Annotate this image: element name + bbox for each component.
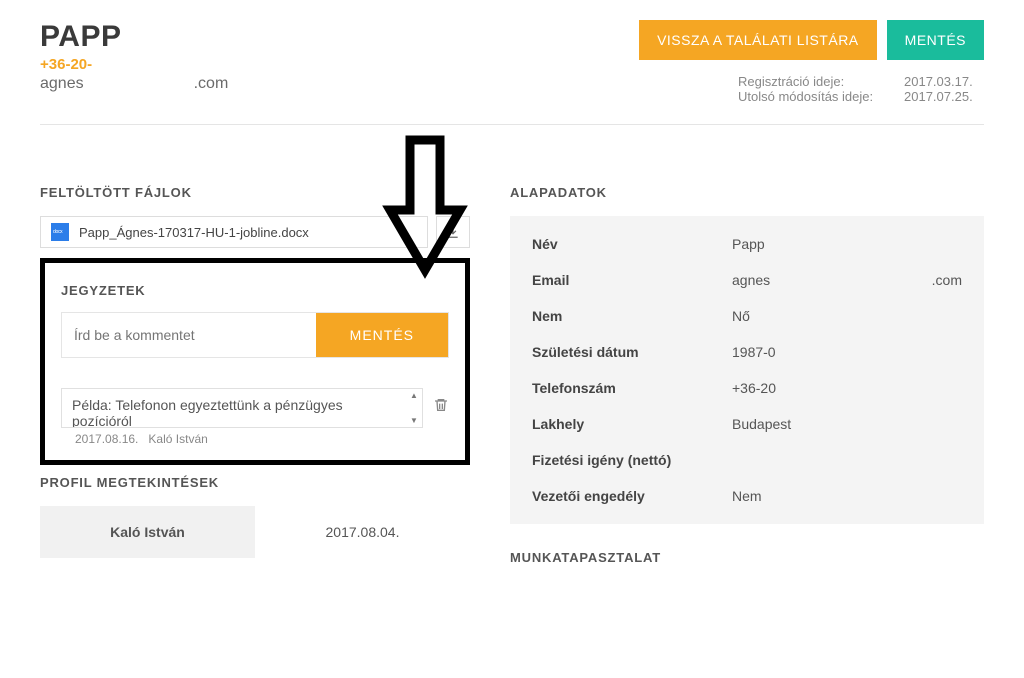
- data-row: Születési dátum1987-0: [532, 334, 962, 370]
- contact-phone: +36-20-: [40, 56, 228, 73]
- note-scrollbar[interactable]: ▲ ▼: [408, 391, 420, 425]
- last-modified-label: Utolsó módosítás ideje:: [738, 89, 888, 104]
- note-meta: 2017.08.16. Kaló István: [75, 432, 449, 446]
- comment-save-button[interactable]: MENTÉS: [316, 313, 448, 357]
- profile-views-title: PROFIL MEGTEKINTÉSEK: [40, 475, 470, 490]
- download-button[interactable]: [436, 216, 470, 248]
- comment-input[interactable]: [62, 313, 316, 357]
- save-button[interactable]: MENTÉS: [887, 20, 984, 60]
- file-item[interactable]: Papp_Ágnes-170317-HU-1-jobline.docx: [40, 216, 428, 248]
- contact-email: agnes.com: [40, 75, 228, 93]
- data-row: Telefonszám+36-20: [532, 370, 962, 406]
- scroll-up-icon[interactable]: ▲: [410, 391, 418, 400]
- basic-data-title: ALAPADATOK: [510, 185, 984, 200]
- scroll-down-icon[interactable]: ▼: [410, 416, 418, 425]
- data-row: Emailagnes.com: [532, 262, 962, 298]
- page-title: PAPP: [40, 20, 228, 54]
- trash-icon: [433, 396, 449, 414]
- page-header: PAPP +36-20- agnes.com VISSZA A TALÁLATI…: [40, 20, 984, 125]
- delete-note-button[interactable]: [433, 396, 449, 419]
- work-experience-title: MUNKATAPASZTALAT: [510, 550, 984, 565]
- basic-data-panel: NévPapp Emailagnes.com NemNő Születési d…: [510, 216, 984, 524]
- uploaded-files-title: FELTÖLTÖTT FÁJLOK: [40, 185, 470, 200]
- docx-icon: [51, 223, 69, 241]
- notes-section-highlighted: JEGYZETEK MENTÉS Példa: Telefonon egyezt…: [40, 258, 470, 465]
- profile-view-name: Kaló István: [40, 506, 255, 558]
- profile-view-row: Kaló István 2017.08.04.: [40, 506, 470, 558]
- data-row: NévPapp: [532, 226, 962, 262]
- data-row: NemNő: [532, 298, 962, 334]
- data-row: Vezetői engedélyNem: [532, 478, 962, 514]
- file-name: Papp_Ágnes-170317-HU-1-jobline.docx: [79, 225, 309, 240]
- registration-value: 2017.03.17.: [904, 74, 984, 89]
- data-row: Fizetési igény (nettó): [532, 442, 962, 478]
- data-row: LakhelyBudapest: [532, 406, 962, 442]
- download-icon: [446, 225, 460, 239]
- registration-label: Regisztráció ideje:: [738, 74, 888, 89]
- profile-view-date: 2017.08.04.: [255, 506, 470, 558]
- notes-title: JEGYZETEK: [61, 283, 449, 298]
- back-to-results-button[interactable]: VISSZA A TALÁLATI LISTÁRA: [639, 20, 877, 60]
- note-item[interactable]: Példa: Telefonon egyeztettünk a pénzügye…: [61, 388, 423, 428]
- last-modified-value: 2017.07.25.: [904, 89, 984, 104]
